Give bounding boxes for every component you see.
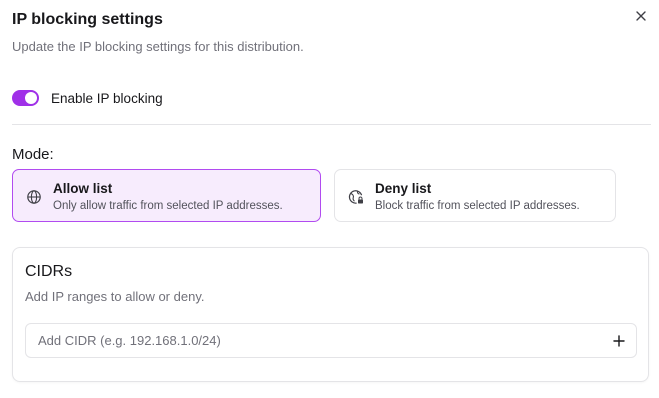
close-button[interactable] — [631, 6, 651, 26]
allow-list-option[interactable]: Allow list Only allow traffic from selec… — [12, 169, 321, 222]
close-icon — [636, 11, 646, 21]
mode-label: Mode: — [12, 146, 54, 163]
cidrs-description: Add IP ranges to allow or deny. — [25, 289, 205, 304]
cidr-input[interactable] — [26, 324, 606, 357]
deny-list-title: Deny list — [375, 181, 432, 196]
enable-ip-blocking-label: Enable IP blocking — [51, 90, 163, 106]
divider — [12, 124, 651, 125]
add-cidr-button[interactable] — [611, 333, 627, 349]
ip-blocking-dialog: IP blocking settings Update the IP block… — [0, 0, 659, 398]
plus-icon — [613, 335, 625, 347]
enable-ip-blocking-toggle[interactable] — [12, 90, 39, 106]
allow-list-title: Allow list — [53, 181, 113, 196]
globe-lock-icon — [348, 190, 363, 204]
dialog-subtitle: Update the IP blocking settings for this… — [12, 39, 304, 54]
toggle-knob — [25, 92, 37, 104]
cidr-input-wrapper — [25, 323, 637, 358]
deny-list-option[interactable]: Deny list Block traffic from selected IP… — [334, 169, 616, 222]
globe-icon — [27, 190, 41, 204]
dialog-title: IP blocking settings — [12, 11, 163, 28]
enable-ip-blocking-row: Enable IP blocking — [12, 88, 163, 108]
cidrs-title: CIDRs — [25, 263, 73, 280]
allow-list-description: Only allow traffic from selected IP addr… — [53, 200, 283, 212]
cidrs-panel: CIDRs Add IP ranges to allow or deny. — [12, 247, 649, 382]
deny-list-description: Block traffic from selected IP addresses… — [375, 200, 580, 212]
